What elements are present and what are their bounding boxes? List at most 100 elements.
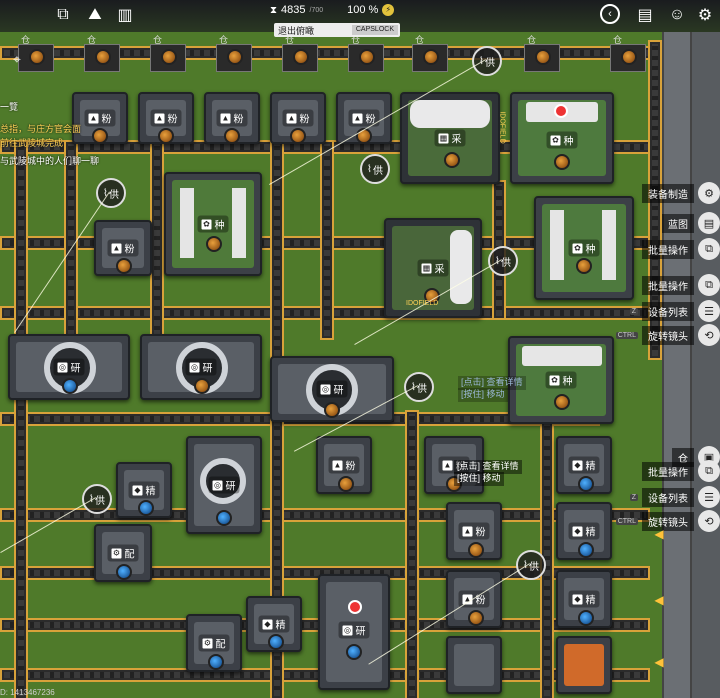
assembler-machine[interactable]: ⚙ 配: [94, 524, 152, 582]
menu-device-list[interactable]: Z 设备列表 ☰: [629, 300, 720, 322]
warning-icon: [348, 600, 362, 614]
objective-line[interactable]: 前往武陵城完成: [0, 136, 63, 149]
menu-label: 批量操作: [642, 275, 694, 295]
machine-label: 粉: [233, 114, 244, 126]
menu-equipment-craft[interactable]: 装备制造 ⚙: [642, 182, 720, 204]
machine-label: 精: [275, 620, 286, 632]
power-pylon[interactable]: ⌇供: [516, 550, 546, 580]
crusher-icon: ▲: [220, 113, 231, 123]
game-viewport[interactable]: 仓仓仓仓仓仓仓仓仓 ▲ 粉 ▲ 粉 ▲ 粉 ▲ 粉 ▲ 粉 ▦ 采 ✿ 种 ✿ …: [0, 0, 720, 698]
refiner-machine[interactable]: ◆ 精: [246, 596, 302, 652]
conveyor-belt[interactable]: [320, 140, 334, 340]
building-tag: IDOFIELD: [498, 111, 506, 144]
refiner-icon: ◆: [132, 485, 143, 495]
crusher-icon: ▲: [352, 113, 363, 123]
refiner-machine[interactable]: ◆ 精: [556, 436, 612, 494]
crusher-machine[interactable]: ▲ 粉: [94, 220, 152, 276]
machine-label: 粉: [475, 527, 486, 539]
research-machine[interactable]: ◎ 研: [318, 574, 390, 690]
menu-batch[interactable]: 批量操作 ⧉: [642, 274, 720, 296]
menu-device-list[interactable]: Z 设备列表 ☰: [629, 486, 720, 508]
menu-rotate-camera[interactable]: CTRL 旋转镜头 ⟲: [615, 510, 720, 532]
expand-arrow-icon[interactable]: ◀: [652, 654, 666, 670]
menu-batch[interactable]: 批量操作 ⧉: [642, 460, 720, 482]
crusher-machine[interactable]: ▲ 粉: [270, 92, 326, 144]
crusher-icon: ▲: [332, 460, 343, 470]
back-icon[interactable]: ‹: [600, 4, 620, 24]
crusher-machine[interactable]: ▲ 粉: [72, 92, 128, 144]
storage-slot-label: 仓: [415, 35, 425, 45]
refiner-icon: ◆: [572, 594, 583, 604]
hierarchy-icon[interactable]: ⧉: [50, 2, 76, 28]
crusher-machine[interactable]: ▲ 粉: [446, 502, 502, 560]
crusher-icon: ▲: [88, 113, 99, 123]
power-pylon[interactable]: ⌇供: [488, 246, 518, 276]
map-pin-icon[interactable]: ⌖: [4, 46, 30, 72]
menu-batch[interactable]: 批量操作 ⧉: [642, 238, 720, 260]
expand-arrow-icon[interactable]: ◀: [652, 526, 666, 542]
crusher-machine[interactable]: [446, 636, 502, 694]
storage-slot[interactable]: 仓: [610, 35, 646, 72]
exit-overview-button[interactable]: 退出俯瞰 CAPSLOCK: [274, 23, 400, 37]
refiner-machine[interactable]: ◆ 精: [556, 502, 612, 560]
collector-machine[interactable]: ▦ 采: [400, 92, 500, 184]
refiner-machine[interactable]: ◆ 精: [116, 462, 172, 518]
output-orb: [324, 402, 340, 418]
research-machine[interactable]: ◎ 研: [186, 436, 262, 534]
character-icon[interactable]: ☺: [664, 2, 690, 28]
output-orb: [158, 128, 174, 144]
research-machine[interactable]: ◎ 研: [270, 356, 394, 422]
crusher-machine[interactable]: ▲ 粉: [316, 436, 372, 494]
research-machine[interactable]: ◎ 研: [8, 334, 130, 400]
expand-arrow-icon[interactable]: ◀: [652, 592, 666, 608]
storage-depot[interactable]: ✿ 种: [164, 172, 262, 276]
menu-rotate-camera[interactable]: CTRL 旋转镜头 ⟲: [615, 324, 720, 346]
assembler-machine[interactable]: ⚙ 配: [186, 614, 242, 672]
power-pylon[interactable]: ⌇供: [360, 154, 390, 184]
pylon-label: 供: [528, 561, 539, 573]
storage-slot[interactable]: 仓: [216, 35, 252, 72]
machine-label: 种: [562, 376, 573, 388]
storage-slot[interactable]: 仓: [412, 35, 448, 72]
hint-drag-move: [按住] 移动: [458, 388, 508, 402]
crusher-icon: ▲: [111, 243, 122, 253]
storage-slot[interactable]: 仓: [150, 35, 186, 72]
pylon-label: 供: [500, 257, 511, 269]
power-pylon[interactable]: ⌇供: [82, 484, 112, 514]
book-icon[interactable]: ▥: [112, 2, 138, 28]
pylon-icon: ⌇: [367, 163, 372, 175]
storage-slot[interactable]: 仓: [282, 35, 318, 72]
crusher-machine[interactable]: ▲ 粉: [446, 570, 502, 628]
settings-gear-icon[interactable]: ⚙: [692, 2, 718, 28]
output-orb: [116, 258, 132, 274]
power-pylon[interactable]: ⌇供: [472, 46, 502, 76]
refiner-machine[interactable]: ◆ 精: [556, 570, 612, 628]
objective-line[interactable]: 总指，与庄方官会面: [0, 122, 81, 135]
output-orb: [554, 394, 570, 410]
storage-slot[interactable]: 仓: [348, 35, 384, 72]
crusher-machine[interactable]: ▲ 粉: [138, 92, 194, 144]
machine-label: 精: [585, 461, 596, 473]
storage-slot[interactable]: 仓: [84, 35, 120, 72]
refiner-machine[interactable]: [556, 636, 612, 694]
conveyor-belt[interactable]: [405, 410, 419, 698]
clipboard-icon[interactable]: ▤: [632, 2, 658, 28]
pylon-label: 供: [484, 57, 495, 69]
crusher-icon: ▲: [462, 526, 473, 536]
menu-blueprint[interactable]: 蓝图 ▤: [662, 212, 720, 234]
research-machine[interactable]: ◎ 研: [140, 334, 262, 400]
power-pylon[interactable]: ⌇供: [404, 372, 434, 402]
machine-label: 粉: [101, 114, 112, 126]
power-icon: ⚡: [382, 4, 395, 16]
crusher-machine[interactable]: ▲ 粉: [204, 92, 260, 144]
menu-label: 批量操作: [642, 461, 694, 481]
conveyor-belt[interactable]: [14, 140, 28, 698]
tower-icon[interactable]: ⛰: [82, 2, 108, 28]
planter-machine[interactable]: ✿ 种: [534, 196, 634, 300]
output-orb: [468, 610, 484, 626]
planter-machine[interactable]: ✿ 种: [510, 92, 614, 184]
output-orb: [216, 510, 232, 526]
conveyor-belt[interactable]: [150, 140, 164, 340]
objective-line[interactable]: 与武陵城中的人们聊一聊: [0, 154, 99, 167]
storage-slot[interactable]: 仓: [524, 35, 560, 72]
